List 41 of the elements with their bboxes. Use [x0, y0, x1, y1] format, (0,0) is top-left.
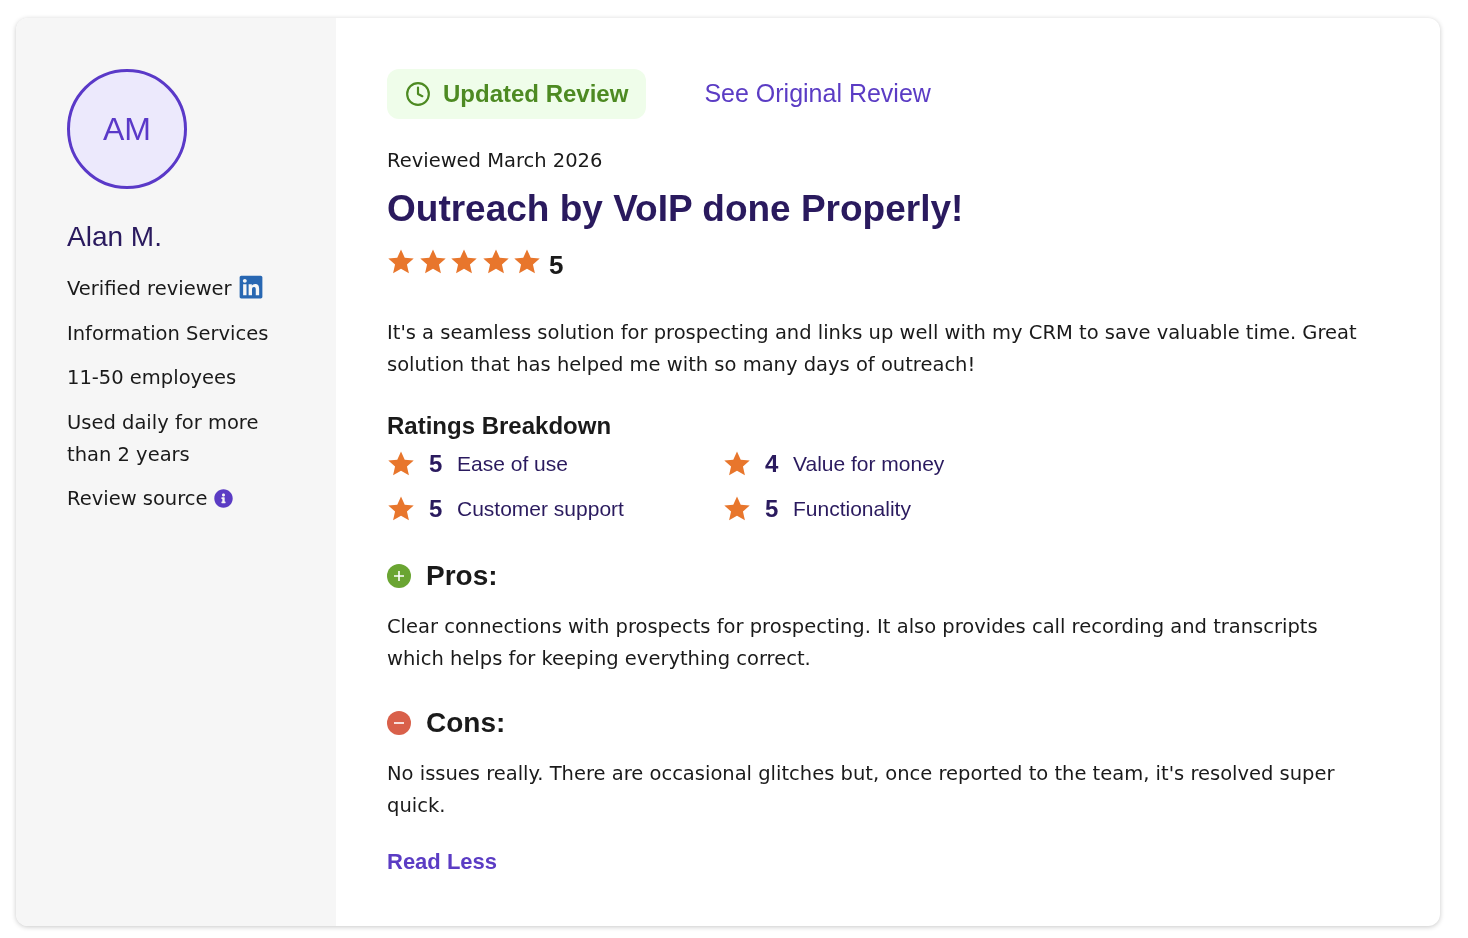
- reviewer-detail: 11-50 employees: [67, 366, 237, 389]
- rating-score: 5: [549, 251, 564, 279]
- star-icon: [723, 495, 751, 523]
- star-icon: [513, 248, 541, 276]
- review-tab[interactable]: See Original Review: [704, 69, 931, 119]
- section-text: Clear connections with prospects for prospecting. It also provides call recording and transcripts which helps for keeping everything correct.: [387, 614, 1319, 672]
- rating-label: Ease of use: [457, 451, 568, 478]
- breakdown-heading: Ratings Breakdown: [387, 411, 613, 441]
- section-text: No issues really. There are occasional glitches but, once reported to the team, it's resolved super quick.: [387, 761, 1336, 819]
- star-icon: [387, 450, 415, 478]
- review-date: Reviewed March 2026: [387, 149, 604, 173]
- review-title: Outreach by VoIP done Properly!: [387, 187, 965, 231]
- review-text: It's a seamless solution for prospecting and links up well with my CRM to save valuable time. Great solution that has helped me with so many days of outreach!: [387, 320, 1358, 378]
- rating-score: 4: [765, 449, 779, 479]
- rating-score: 5: [429, 494, 443, 524]
- reviewer-detail: Review source: [67, 487, 208, 510]
- rating-score: 5: [765, 494, 779, 524]
- star-icon: [723, 450, 751, 478]
- avatar: AM: [67, 69, 187, 189]
- rating-label: Functionality: [793, 496, 911, 523]
- star-icon: [387, 248, 415, 276]
- rating-label: Customer support: [457, 496, 624, 523]
- minus-circle-icon: [387, 711, 411, 735]
- review-tab[interactable]: Updated Review: [387, 69, 647, 119]
- star-icon: [387, 495, 415, 523]
- rating-label: Value for money: [793, 451, 945, 478]
- section-heading: Pros:: [426, 559, 498, 593]
- star-icon: [418, 248, 447, 276]
- reviewer-detail: Used daily for more than 2 years: [67, 410, 259, 466]
- rating-score: 5: [429, 449, 443, 479]
- info-icon[interactable]: [213, 489, 233, 508]
- star-icon: [450, 248, 478, 276]
- plus-circle-icon: [387, 564, 411, 588]
- read-less-link[interactable]: Read Less: [387, 848, 498, 876]
- section-heading: Cons:: [426, 706, 506, 740]
- reviewer-name: Alan M.: [67, 220, 163, 254]
- reviewer-detail: Verified reviewer: [67, 277, 232, 300]
- star-icon: [481, 248, 510, 276]
- linkedin-icon: [237, 274, 264, 300]
- reviewer-detail: Information Services: [67, 321, 269, 345]
- clock-icon: [405, 81, 431, 107]
